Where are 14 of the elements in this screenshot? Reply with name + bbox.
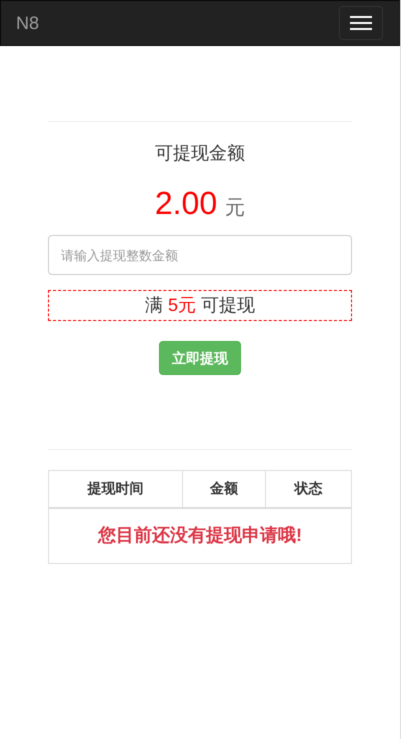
empty-message: 您目前还没有提现申请哦! [48,508,352,564]
note-prefix: 满 [144,294,163,317]
brand-name[interactable]: N8 [16,10,40,36]
column-header: 提现时间 [48,470,182,508]
menu-icon [350,16,372,30]
balance-label: 可提现金额 [154,142,246,165]
amount-input-field[interactable]: 请输入提现整数金额 [48,235,352,275]
note-suffix: 可提现 [201,294,255,317]
balance-amount: 2.00 [154,184,218,223]
column-header: 金额 [182,470,266,508]
currency-unit: 元 [225,196,246,221]
minimum-amount: 5元 [168,294,196,317]
menu-button[interactable] [339,6,383,40]
column-header: 状态 [266,470,352,508]
